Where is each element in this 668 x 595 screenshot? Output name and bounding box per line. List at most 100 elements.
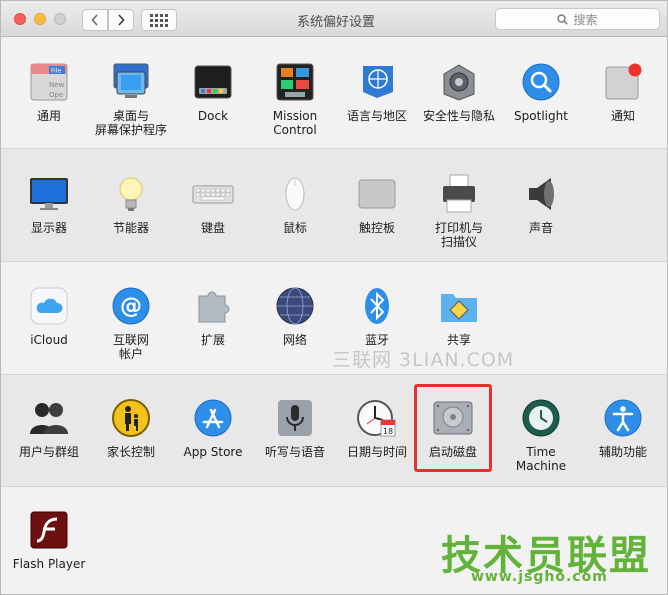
svg-text:Ope: Ope	[49, 91, 63, 99]
language-region-icon	[356, 61, 398, 103]
close-button[interactable]	[14, 13, 26, 25]
pref-label: 显示器	[30, 221, 67, 235]
pref-label: App Store	[183, 445, 243, 459]
pref-date-time[interactable]: 18 日期与时间	[336, 397, 418, 459]
chevron-right-icon	[118, 14, 125, 26]
pref-label: 通用	[36, 109, 61, 123]
displays-icon	[28, 173, 70, 215]
accessibility-icon	[602, 397, 644, 439]
grid-icon	[150, 13, 168, 27]
pref-label: 扩展	[200, 333, 225, 347]
flash-player-icon	[28, 509, 70, 551]
parental-controls-icon	[110, 397, 152, 439]
pref-printers-scanners[interactable]: 打印机与 扫描仪	[418, 173, 500, 249]
sharing-icon	[438, 285, 480, 327]
pref-dock[interactable]: Dock	[172, 61, 254, 123]
extensions-icon	[192, 285, 234, 327]
pref-label: 互联网 帐户	[112, 333, 149, 361]
mouse-icon	[274, 173, 316, 215]
notifications-icon	[602, 61, 644, 103]
pref-label: iCloud	[30, 333, 68, 347]
search-icon	[557, 13, 569, 25]
pref-label: Spotlight	[514, 109, 568, 123]
pref-label: Flash Player	[12, 557, 86, 571]
date-time-icon: 18	[356, 397, 398, 439]
bluetooth-icon	[356, 285, 398, 327]
pref-parental-controls[interactable]: 家长控制	[90, 397, 172, 459]
pref-label: Time Machine	[515, 445, 567, 473]
pref-network[interactable]: 网络	[254, 285, 336, 347]
app-store-icon	[192, 397, 234, 439]
chevron-left-icon	[91, 14, 98, 26]
pref-label: 节能器	[112, 221, 149, 235]
pref-sound[interactable]: 声音	[500, 173, 582, 235]
svg-text:File: File	[51, 68, 61, 75]
pref-app-store[interactable]: App Store	[172, 397, 254, 459]
pref-label: 键盘	[200, 221, 225, 235]
pref-flash-player[interactable]: Flash Player	[8, 509, 90, 571]
svg-text:New: New	[49, 81, 65, 89]
pref-mouse[interactable]: 鼠标	[254, 173, 336, 235]
icloud-icon	[28, 285, 70, 327]
pref-notifications[interactable]: 通知	[582, 61, 664, 123]
search-placeholder: 搜索	[573, 12, 598, 27]
pref-time-machine[interactable]: Time Machine	[500, 397, 582, 473]
zoom-button[interactable]	[54, 13, 66, 25]
pref-language-region[interactable]: 语言与地区	[336, 61, 418, 123]
pref-users-groups[interactable]: 用户与群组	[8, 397, 90, 459]
keyboard-icon	[192, 173, 234, 215]
internet-accounts-icon: @	[110, 285, 152, 327]
pref-label: 辅助功能	[598, 445, 647, 459]
pref-label: 安全性与隐私	[422, 109, 495, 123]
pref-desktop-screensaver[interactable]: 桌面与 屏幕保护程序	[90, 61, 172, 137]
svg-text:18: 18	[383, 427, 393, 436]
dock-icon	[192, 61, 234, 103]
pref-label: 桌面与 屏幕保护程序	[94, 109, 167, 137]
desktop-screensaver-icon	[110, 61, 152, 103]
pref-label: 触控板	[358, 221, 395, 235]
pref-keyboard[interactable]: 键盘	[172, 173, 254, 235]
pref-label: 日期与时间	[346, 445, 407, 459]
mission-control-icon	[274, 61, 316, 103]
pref-icloud[interactable]: iCloud	[8, 285, 90, 347]
pref-label: Dock	[197, 109, 229, 123]
pref-energy-saver[interactable]: 节能器	[90, 173, 172, 235]
printer-scanner-icon	[438, 173, 480, 215]
search-field[interactable]: 搜索	[495, 8, 660, 30]
general-icon: File New Ope	[28, 61, 70, 103]
pref-general[interactable]: File New Ope 通用	[8, 61, 90, 123]
pref-extensions[interactable]: 扩展	[172, 285, 254, 347]
pref-spotlight[interactable]: Spotlight	[500, 61, 582, 123]
energy-saver-icon	[110, 173, 152, 215]
pref-displays[interactable]: 显示器	[8, 173, 90, 235]
window-title: 系统偏好设置	[296, 15, 375, 30]
spotlight-icon	[520, 61, 562, 103]
pref-security-privacy[interactable]: 安全性与隐私	[418, 61, 500, 123]
pref-label: 打印机与 扫描仪	[434, 221, 483, 249]
forward-button[interactable]	[108, 9, 134, 31]
dictation-speech-icon	[274, 397, 316, 439]
pref-label: 语言与地区	[346, 109, 407, 123]
title-bar: 系统偏好设置 搜索	[1, 1, 667, 37]
pref-sharing[interactable]: 共享	[418, 285, 500, 347]
pref-label: Mission Control	[272, 109, 318, 137]
pref-label: 网络	[282, 333, 307, 347]
system-preferences-window: 系统偏好设置 搜索 File New Ope 通用 桌面与 屏幕保护程序 Dock M…	[0, 0, 668, 595]
pref-trackpad[interactable]: 触控板	[336, 173, 418, 235]
pref-internet-accounts[interactable]: @ 互联网 帐户	[90, 285, 172, 361]
pref-label: 家长控制	[106, 445, 155, 459]
show-all-button[interactable]	[141, 9, 177, 31]
trackpad-icon	[356, 173, 398, 215]
minimize-button[interactable]	[34, 13, 46, 25]
pref-mission-control[interactable]: Mission Control	[254, 61, 336, 137]
watermark-url: www.jsgho.com	[471, 569, 608, 585]
pref-accessibility[interactable]: 辅助功能	[582, 397, 664, 459]
sound-icon	[520, 173, 562, 215]
pref-label: 听写与语音	[264, 445, 325, 459]
back-button[interactable]	[82, 9, 108, 31]
pref-label: 用户与群组	[18, 445, 79, 459]
pref-label: 声音	[528, 221, 553, 235]
pref-bluetooth[interactable]: 蓝牙	[336, 285, 418, 347]
pref-dictation-speech[interactable]: 听写与语音	[254, 397, 336, 459]
users-groups-icon	[28, 397, 70, 439]
